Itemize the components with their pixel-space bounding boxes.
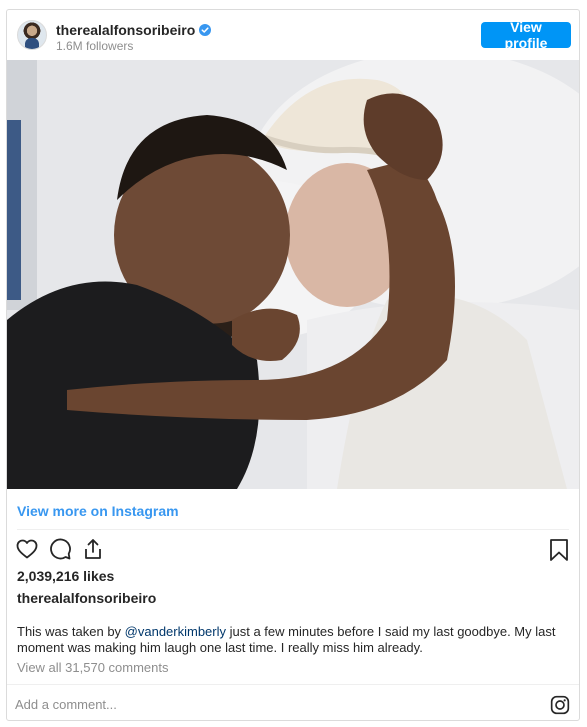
heart-icon[interactable] bbox=[15, 537, 39, 561]
comment-input[interactable] bbox=[15, 695, 515, 713]
follower-count: 1.6M followers bbox=[56, 39, 134, 53]
caption-text: This was taken by @vanderkimberly just a… bbox=[17, 624, 557, 656]
view-profile-button[interactable]: View profile bbox=[481, 19, 571, 51]
photo-illustration bbox=[7, 60, 579, 489]
instagram-embed-card: therealalfonsoribeiro 1.6M followers Vie… bbox=[6, 9, 580, 721]
verified-badge-icon bbox=[199, 24, 212, 36]
username[interactable]: therealalfonsoribeiro bbox=[56, 22, 195, 38]
caption-username[interactable]: therealalfonsoribeiro bbox=[17, 590, 156, 606]
comment-divider bbox=[7, 684, 579, 685]
bookmark-icon[interactable] bbox=[549, 538, 569, 562]
username-row: therealalfonsoribeiro bbox=[56, 22, 212, 38]
share-icon[interactable] bbox=[81, 537, 105, 561]
view-more-on-instagram-link[interactable]: View more on Instagram bbox=[17, 503, 179, 519]
avatar[interactable] bbox=[17, 20, 47, 50]
caption-before: This was taken by bbox=[17, 624, 125, 639]
post-actions bbox=[15, 537, 105, 561]
like-count[interactable]: 2,039,216 likes bbox=[17, 568, 114, 584]
mention-link[interactable]: @vanderkimberly bbox=[125, 624, 226, 639]
post-header: therealalfonsoribeiro 1.6M followers Vie… bbox=[7, 10, 579, 60]
view-all-comments-link[interactable]: View all 31,570 comments bbox=[17, 660, 169, 675]
instagram-icon[interactable] bbox=[550, 695, 570, 715]
divider bbox=[17, 529, 569, 530]
post-photo[interactable] bbox=[7, 60, 579, 489]
comment-icon[interactable] bbox=[48, 537, 72, 561]
